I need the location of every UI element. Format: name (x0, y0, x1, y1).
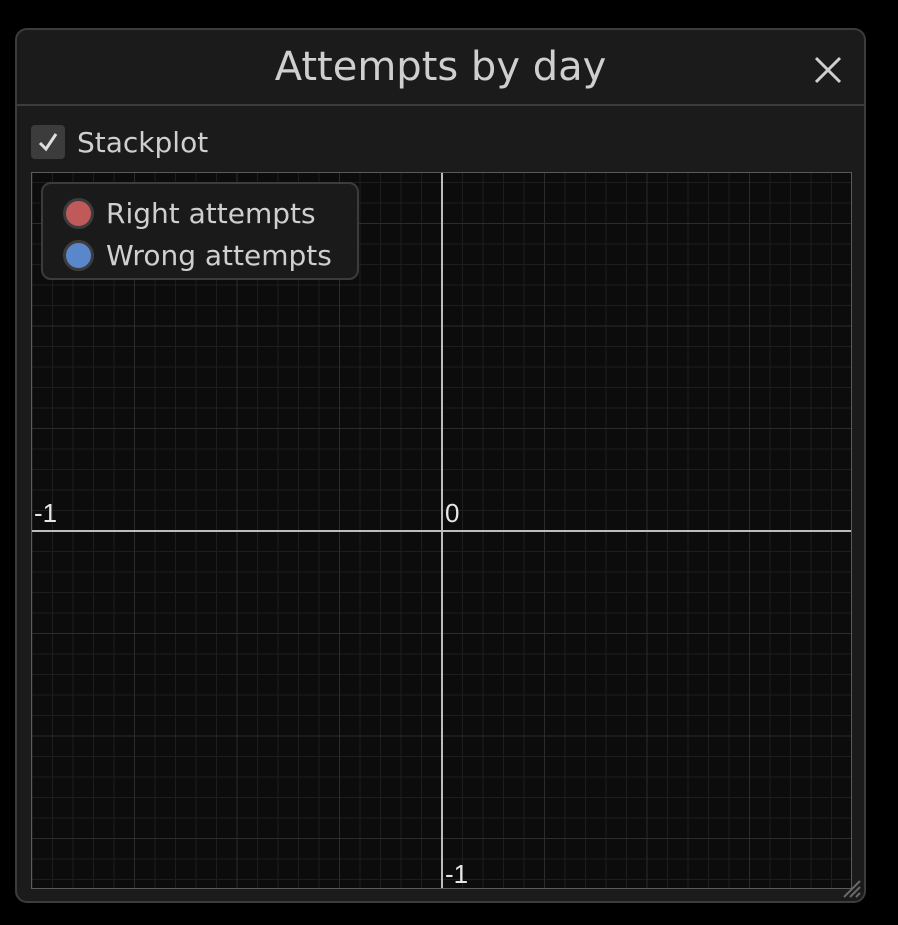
checkmark-icon (38, 133, 58, 152)
plot-legend: Right attempts Wrong attempts (41, 182, 359, 280)
attempts-plot[interactable]: -1 0 -1 Right attempts Wrong attempts (31, 172, 852, 889)
stackplot-toggle[interactable]: Stackplot (31, 122, 208, 162)
right-attempts-swatch (63, 197, 94, 229)
window-title: Attempts by day (274, 44, 607, 90)
x-tick-left: -1 (34, 498, 58, 528)
attempts-window: Attempts by day Stackplot -1 0 -1 Right … (15, 28, 866, 903)
window-titlebar[interactable]: Attempts by day (17, 30, 864, 106)
stackplot-checkbox[interactable] (31, 125, 65, 159)
stackplot-label: Stackplot (77, 125, 209, 159)
legend-label: Wrong attempts (106, 238, 332, 272)
plot-grid (32, 173, 851, 888)
legend-item-wrong-attempts[interactable]: Wrong attempts (63, 236, 332, 274)
legend-label: Right attempts (106, 196, 316, 230)
legend-item-right-attempts[interactable]: Right attempts (63, 194, 316, 232)
resize-handle-icon[interactable] (836, 873, 862, 899)
origin-tick: 0 (445, 498, 460, 528)
wrong-attempts-swatch (63, 239, 94, 271)
close-icon[interactable] (812, 54, 844, 86)
y-tick-bottom: -1 (445, 859, 469, 889)
